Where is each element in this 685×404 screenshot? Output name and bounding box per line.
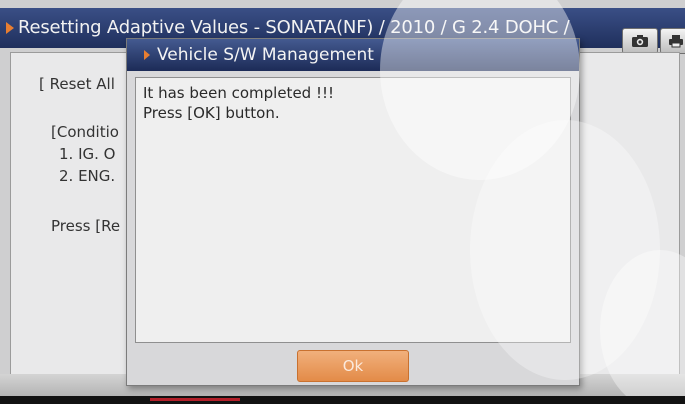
device-led — [150, 398, 240, 401]
conditions-label: [Conditio — [51, 123, 119, 141]
ok-instruction: Press [OK] button. — [143, 104, 280, 122]
condition-item-1: 1. IG. O — [59, 145, 116, 163]
camera-icon — [632, 35, 648, 47]
dialog-title-arrow-icon — [144, 50, 150, 60]
press-reset-instruction: Press [Re — [51, 217, 121, 235]
window-title: Resetting Adaptive Values - SONATA(NF) /… — [18, 17, 570, 38]
print-icon — [669, 35, 683, 48]
print-button[interactable] — [660, 28, 685, 54]
dialog-title: Vehicle S/W Management — [157, 45, 374, 65]
message-box: It has been completed !!! Press [OK] but… — [135, 77, 571, 343]
dialog-title-bar: Vehicle S/W Management — [127, 39, 579, 71]
vehicle-sw-management-dialog: Vehicle S/W Management It has been compl… — [126, 38, 580, 386]
condition-item-2: 2. ENG. — [59, 167, 116, 185]
device-screen: Resetting Adaptive Values - SONATA(NF) /… — [0, 0, 685, 396]
completion-message: It has been completed !!! — [143, 84, 335, 102]
device-bezel — [0, 396, 685, 404]
ok-button[interactable]: Ok — [297, 350, 409, 382]
reset-all-label: [ Reset All — [39, 75, 115, 93]
camera-button[interactable] — [622, 28, 658, 54]
title-arrow-icon — [6, 22, 14, 34]
